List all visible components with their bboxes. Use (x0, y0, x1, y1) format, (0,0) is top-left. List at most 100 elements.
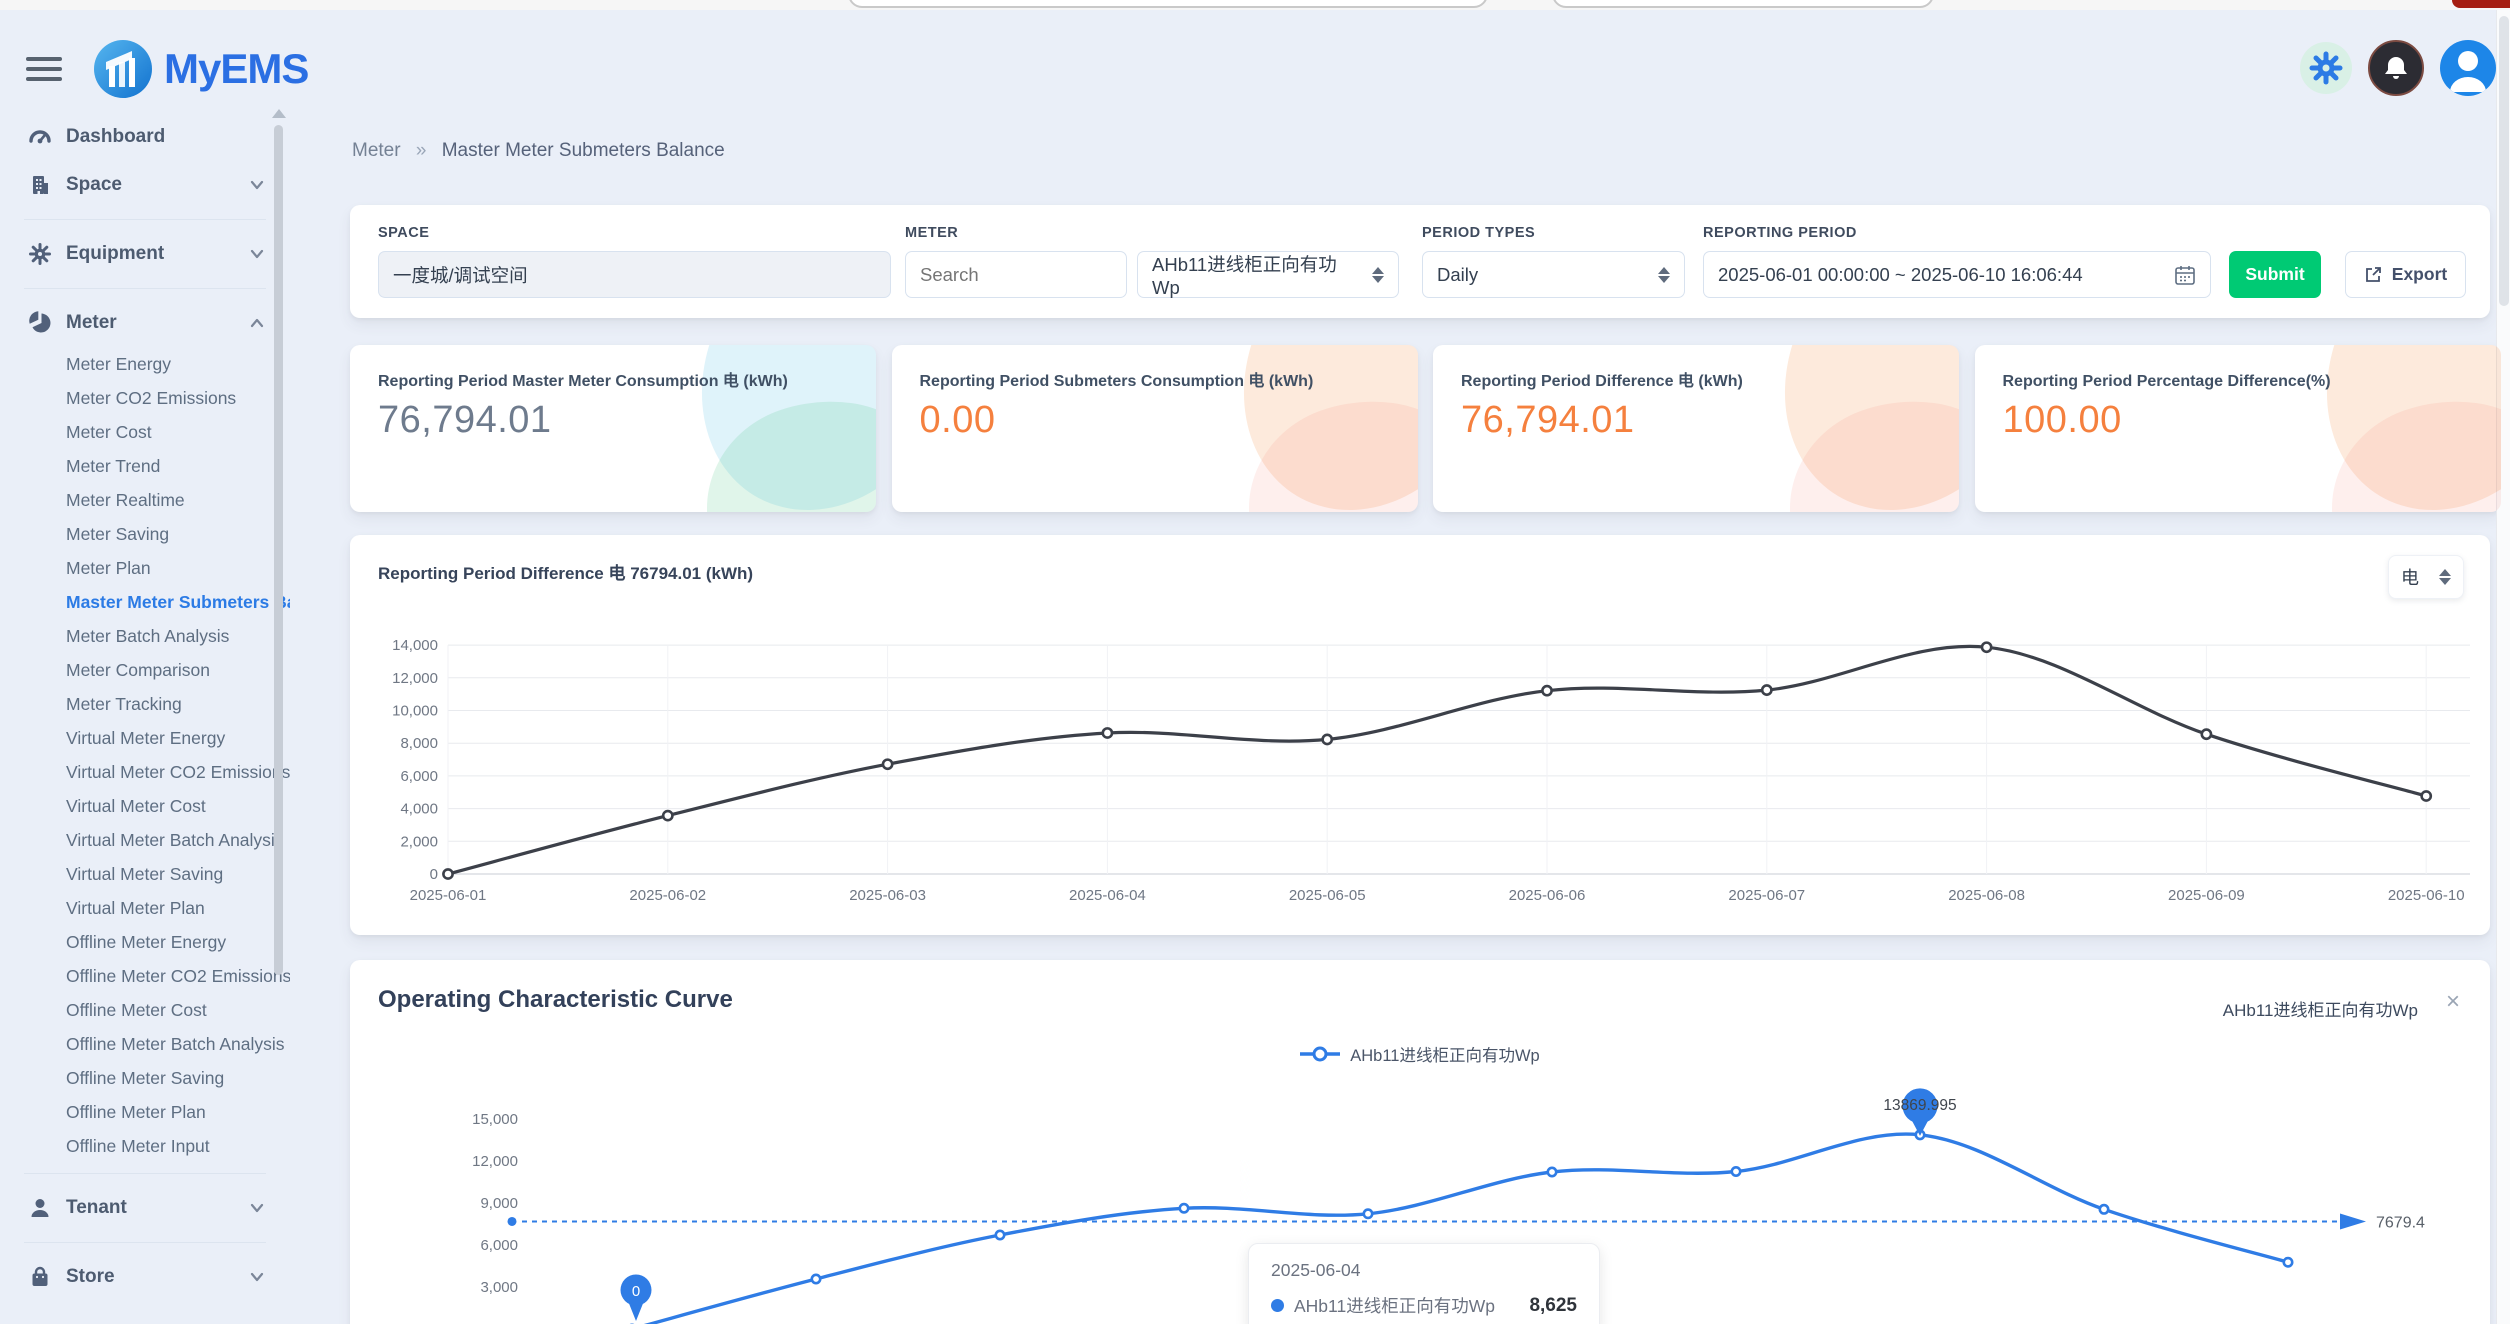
sidebar-item-meter[interactable]: Meter (0, 299, 290, 347)
meter-search-input[interactable] (905, 251, 1127, 298)
svg-text:2025-06-02: 2025-06-02 (629, 887, 706, 904)
browser-button-fragment[interactable] (2452, 0, 2510, 8)
tooltip-series-dot (1271, 1299, 1284, 1312)
svg-text:2025-06-10: 2025-06-10 (2388, 887, 2465, 904)
stat-card-title: Reporting Period Percentage Difference(%… (1975, 345, 2455, 393)
sidebar-subitem-virtual-meter-co2-emissions[interactable]: Virtual Meter CO2 Emissions (0, 755, 290, 789)
sidebar-divider (24, 288, 266, 289)
notifications-bell-icon[interactable] (2368, 40, 2424, 96)
difference-chart-card: Reporting Period Difference 电 76794.01 (… (350, 535, 2490, 935)
sidebar-subitem-meter-cost[interactable]: Meter Cost (0, 415, 290, 449)
sidebar-nav: Dashboard Space Equipment Meter Meter Energy… (0, 105, 290, 1301)
sidebar-subitem-master-meter-submeters-balance[interactable]: Master Meter Submeters Balance (0, 585, 290, 619)
sidebar-item-tenant[interactable]: Tenant (0, 1184, 290, 1232)
pie-icon (28, 311, 52, 335)
cog-icon (28, 242, 52, 266)
sidebar-subitem-virtual-meter-plan[interactable]: Virtual Meter Plan (0, 891, 290, 925)
svg-text:2025-06-06: 2025-06-06 (1509, 887, 1586, 904)
sidebar: Dashboard Space Equipment Meter Meter Energy… (0, 105, 290, 1324)
svg-text:0: 0 (430, 866, 438, 883)
sidebar-subitem-meter-trend[interactable]: Meter Trend (0, 449, 290, 483)
sidebar-item-label: Store (66, 1266, 115, 1288)
sidebar-subitem-meter-batch-analysis[interactable]: Meter Batch Analysis (0, 619, 290, 653)
sidebar-item-label: Meter (66, 312, 117, 334)
submit-button[interactable]: Submit (2229, 251, 2321, 298)
sidebar-item-label: Tenant (66, 1197, 127, 1219)
breadcrumb-parent[interactable]: Meter (352, 140, 401, 161)
sidebar-subitem-offline-meter-saving[interactable]: Offline Meter Saving (0, 1061, 290, 1095)
settings-gear-icon[interactable] (2300, 42, 2352, 94)
tooltip-value: 8,625 (1529, 1295, 1577, 1317)
svg-text:2025-06-04: 2025-06-04 (1069, 887, 1146, 904)
sidebar-subitem-offline-meter-input[interactable]: Offline Meter Input (0, 1129, 290, 1163)
stat-card-2: Reporting Period Difference 电 (kWh)76,79… (1433, 345, 1959, 512)
page-scrollbar-thumb[interactable] (2499, 16, 2509, 306)
sidebar-item-store[interactable]: Store (0, 1253, 290, 1301)
svg-text:15,000: 15,000 (472, 1111, 518, 1128)
sidebar-subitem-meter-saving[interactable]: Meter Saving (0, 517, 290, 551)
export-button-label: Export (2392, 264, 2447, 285)
sidebar-item-label: Dashboard (66, 126, 165, 148)
sidebar-subitem-meter-tracking[interactable]: Meter Tracking (0, 687, 290, 721)
chart-tooltip: 2025-06-04 AHb11进线柜正向有功Wp 8,625 (1248, 1243, 1600, 1324)
sidebar-scroll-up-icon[interactable] (272, 109, 286, 118)
brand-logo[interactable]: MyEMS (92, 38, 308, 100)
sidebar-divider (24, 219, 266, 220)
sidebar-subitem-offline-meter-cost[interactable]: Offline Meter Cost (0, 993, 290, 1027)
user-avatar-icon[interactable] (2440, 40, 2496, 96)
browser-input-fragment-2 (1552, 0, 1934, 8)
browser-strip (0, 0, 2510, 10)
period-types-value: Daily (1437, 264, 1478, 286)
svg-text:12,000: 12,000 (392, 670, 438, 687)
period-types-select[interactable]: Daily (1422, 251, 1685, 298)
export-icon (2364, 265, 2383, 284)
select-arrows-icon (1658, 267, 1670, 283)
sidebar-item-dashboard[interactable]: Dashboard (0, 113, 290, 161)
sidebar-subitem-meter-co2-emissions[interactable]: Meter CO2 Emissions (0, 381, 290, 415)
reporting-period-label: REPORTING PERIOD (1703, 225, 1857, 241)
breadcrumb-separator: » (416, 140, 427, 161)
chevron-down-icon (248, 1269, 266, 1285)
building-icon (28, 173, 52, 197)
myems-app: MyEMS (0, 0, 2510, 1324)
sidebar-subitem-offline-meter-plan[interactable]: Offline Meter Plan (0, 1095, 290, 1129)
sidebar-subitem-offline-meter-batch-analysis[interactable]: Offline Meter Batch Analysis (0, 1027, 290, 1061)
sidebar-subitem-meter-energy[interactable]: Meter Energy (0, 347, 290, 381)
difference-line-chart[interactable]: 02,0004,0006,0008,00010,00012,00014,0002… (350, 535, 2490, 935)
sidebar-subitem-virtual-meter-cost[interactable]: Virtual Meter Cost (0, 789, 290, 823)
tooltip-series-name: AHb11进线柜正向有功Wp (1294, 1293, 1495, 1318)
stat-card-title: Reporting Period Difference 电 (kWh) (1433, 345, 1913, 393)
sidebar-item-space[interactable]: Space (0, 161, 290, 209)
hamburger-menu-icon[interactable] (26, 57, 62, 83)
sidebar-subitem-offline-meter-energy[interactable]: Offline Meter Energy (0, 925, 290, 959)
breadcrumb-current: Master Meter Submeters Balance (442, 140, 725, 161)
gauge-icon (28, 125, 52, 149)
sidebar-subitem-virtual-meter-energy[interactable]: Virtual Meter Energy (0, 721, 290, 755)
export-button[interactable]: Export (2345, 251, 2466, 298)
sidebar-scrollbar[interactable] (274, 125, 283, 975)
sidebar-subitem-offline-meter-co2-emissions[interactable]: Offline Meter CO2 Emissions (0, 959, 290, 993)
page-scrollbar[interactable] (2496, 10, 2510, 1324)
sidebar-subitem-virtual-meter-batch-analysis[interactable]: Virtual Meter Batch Analysis (0, 823, 290, 857)
sidebar-subitem-meter-realtime[interactable]: Meter Realtime (0, 483, 290, 517)
stat-card-0: Reporting Period Master Meter Consumptio… (350, 345, 876, 512)
sidebar-subitem-meter-plan[interactable]: Meter Plan (0, 551, 290, 585)
svg-text:10,000: 10,000 (392, 703, 438, 720)
meter-select[interactable]: AHb11进线柜正向有功Wp (1137, 251, 1399, 298)
sidebar-subitem-meter-comparison[interactable]: Meter Comparison (0, 653, 290, 687)
reporting-period-input[interactable]: 2025-06-01 00:00:00 ~ 2025-06-10 16:06:4… (1703, 251, 2211, 298)
svg-text:14,000: 14,000 (392, 637, 438, 654)
svg-text:2025-06-05: 2025-06-05 (1289, 887, 1366, 904)
calendar-icon (2174, 264, 2196, 286)
person-icon (28, 1196, 52, 1220)
sidebar-subitem-virtual-meter-saving[interactable]: Virtual Meter Saving (0, 857, 290, 891)
svg-text:12,000: 12,000 (472, 1153, 518, 1170)
meter-label: METER (905, 225, 958, 241)
space-label: SPACE (378, 225, 429, 241)
chevron-up-icon (248, 315, 266, 331)
logo-icon (92, 38, 154, 100)
filter-panel: SPACE METER AHb11进线柜正向有功Wp PERIOD TYPES … (350, 205, 2490, 318)
space-input[interactable] (378, 251, 891, 298)
sidebar-item-equipment[interactable]: Equipment (0, 230, 290, 278)
breadcrumb: Meter » Master Meter Submeters Balance (352, 140, 725, 162)
